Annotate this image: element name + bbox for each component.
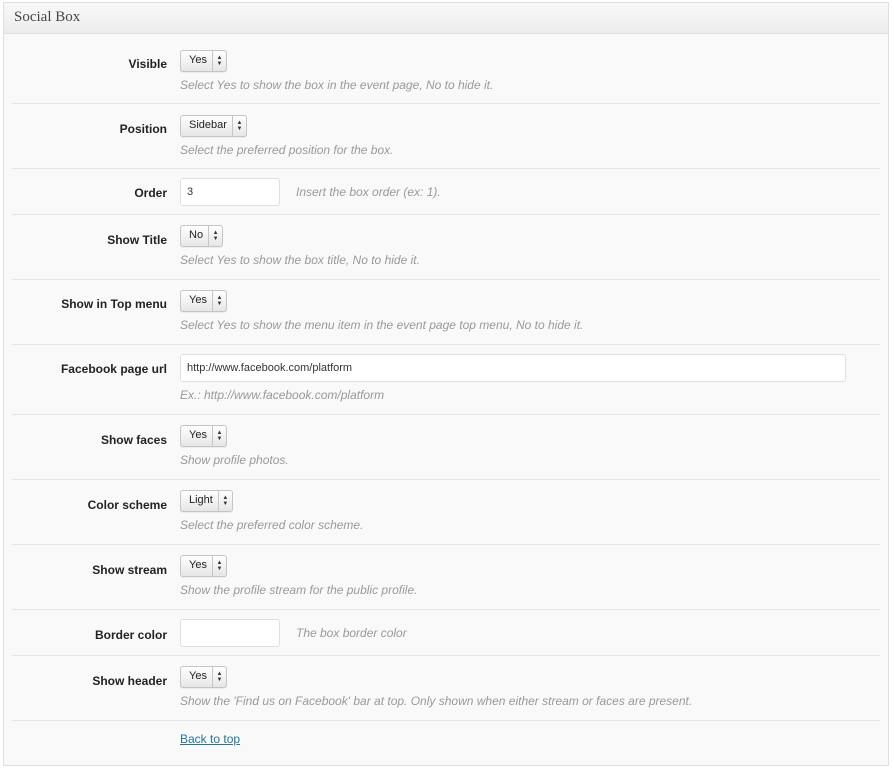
row-position: Position Sidebar ▲ ▼ Select the preferred… [12,104,880,169]
show-header-label: Show header [92,674,167,688]
updown-arrows-icon: ▲ ▼ [208,226,222,246]
border-color-input[interactable] [180,619,280,647]
position-label: Position [119,122,167,136]
show-top-menu-select[interactable]: Yes ▲ ▼ [180,290,227,312]
updown-arrows-icon: ▲ ▼ [211,51,226,71]
show-header-select[interactable]: Yes ▲ ▼ [180,666,227,688]
facebook-url-label: Facebook page url [60,362,167,376]
visible-description: Select Yes to show the box in the event … [180,78,494,92]
updown-arrows-icon: ▲ ▼ [211,426,226,446]
position-select[interactable]: Sidebar ▲ ▼ [180,115,247,137]
updown-arrows-icon: ▲ ▼ [211,291,226,311]
updown-arrows-icon: ▲ ▼ [231,116,246,136]
back-to-top-spacer [12,732,167,758]
row-show-title: Show Title No ▲ ▼ Select Yes to show the … [12,215,880,280]
visible-label: Visible [128,57,167,71]
updown-arrows-icon: ▲ ▼ [211,556,226,576]
show-faces-label: Show faces [100,433,167,447]
show-stream-select-value: Yes [189,559,207,571]
row-color-scheme: Color scheme Light ▲ ▼ Select the preferr… [12,480,880,545]
row-back-to-top: Back to top [12,721,880,758]
position-select-value: Sidebar [189,119,227,131]
show-header-select-value: Yes [189,670,207,682]
color-scheme-description: Select the preferred color scheme. [180,518,364,532]
social-box-panel: Social Box Visible Yes ▲ ▼ Select Yes to … [3,2,889,766]
settings-form: Visible Yes ▲ ▼ Select Yes to show the bo… [12,34,880,758]
show-stream-label: Show stream [92,563,167,577]
show-title-select-value: No [189,229,204,241]
show-faces-select-value: Yes [189,429,207,441]
order-input[interactable] [180,178,280,206]
show-stream-select[interactable]: Yes ▲ ▼ [180,555,227,577]
show-title-label: Show Title [107,233,167,247]
row-show-header: Show header Yes ▲ ▼ Show the 'Find us on … [12,656,880,721]
order-label: Order [134,186,167,200]
color-scheme-select[interactable]: Light ▲ ▼ [180,490,233,512]
facebook-url-description: Ex.: http://www.facebook.com/platform [180,388,385,402]
order-description: Insert the box order (ex: 1). [296,185,441,199]
color-scheme-select-value: Light [189,494,213,506]
show-title-description: Select Yes to show the box title, No to … [180,253,420,267]
facebook-url-input[interactable] [180,354,846,382]
color-scheme-label: Color scheme [87,498,167,512]
show-title-select[interactable]: No ▲ ▼ [180,225,224,247]
show-top-menu-select-value: Yes [189,294,207,306]
panel-title: Social Box [4,3,888,34]
updown-arrows-icon: ▲ ▼ [217,491,232,511]
show-top-menu-description: Select Yes to show the menu item in the … [180,318,584,332]
row-show-top-menu: Show in Top menu Yes ▲ ▼ Select Yes to sh… [12,280,880,345]
position-description: Select the preferred position for the bo… [180,143,394,157]
row-facebook-url: Facebook page url Ex.: http://www.facebo… [12,345,880,415]
show-header-description: Show the 'Find us on Facebook' bar at to… [180,694,693,708]
show-faces-select[interactable]: Yes ▲ ▼ [180,425,227,447]
updown-arrows-icon: ▲ ▼ [211,667,226,687]
row-order: Order Insert the box order (ex: 1). [12,169,880,215]
visible-select[interactable]: Yes ▲ ▼ [180,50,227,72]
row-visible: Visible Yes ▲ ▼ Select Yes to show the bo… [12,34,880,104]
row-border-color: Border color The box border color [12,610,880,656]
row-show-faces: Show faces Yes ▲ ▼ Show profile photos. [12,415,880,480]
border-color-label: Border color [94,628,167,642]
row-show-stream: Show stream Yes ▲ ▼ Show the profile stre… [12,545,880,610]
show-stream-description: Show the profile stream for the public p… [180,583,418,597]
show-faces-description: Show profile photos. [180,453,289,467]
border-color-description: The box border color [296,626,407,640]
visible-select-value: Yes [189,54,207,66]
show-top-menu-label: Show in Top menu [61,297,167,311]
back-to-top-link[interactable]: Back to top [180,732,240,746]
